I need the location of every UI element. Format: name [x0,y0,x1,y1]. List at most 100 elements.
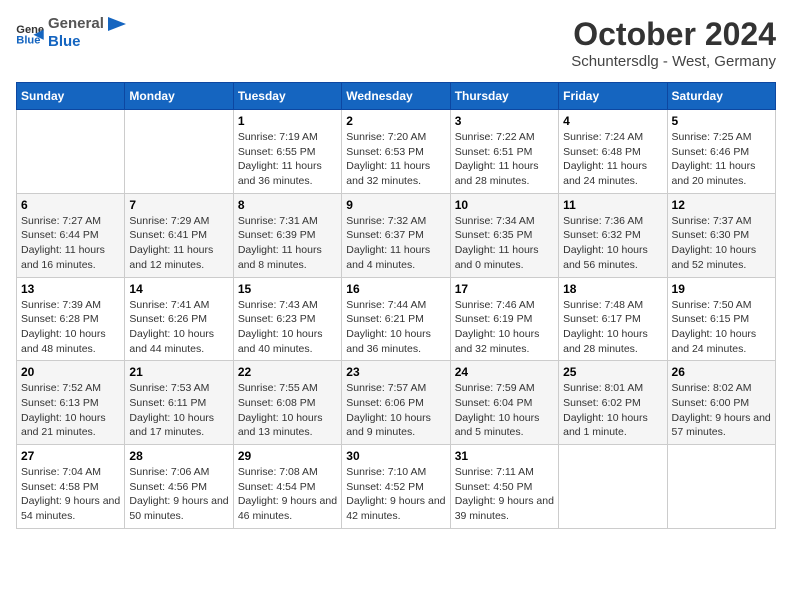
calendar-cell: 18Sunrise: 7:48 AM Sunset: 6:17 PM Dayli… [559,277,667,361]
day-number: 10 [455,198,554,212]
day-number: 7 [129,198,228,212]
column-header-monday: Monday [125,83,233,110]
calendar-cell: 29Sunrise: 7:08 AM Sunset: 4:54 PM Dayli… [233,445,341,529]
day-detail: Sunrise: 7:04 AM Sunset: 4:58 PM Dayligh… [21,465,120,524]
day-number: 1 [238,114,337,128]
day-detail: Sunrise: 7:06 AM Sunset: 4:56 PM Dayligh… [129,465,228,524]
calendar-cell: 19 Sunrise: 7:50 AM Sunset: 6:15 PM Dayli… [667,277,775,361]
calendar-cell: 7 Sunrise: 7:29 AM Sunset: 6:41 PM Daylig… [125,193,233,277]
calendar-cell: 30 Sunrise: 7:10 AM Sunset: 4:52 PM Dayli… [342,445,450,529]
day-number: 15 [238,282,337,296]
day-number: 27 [21,449,120,463]
day-number: 12 [672,198,771,212]
day-detail: Sunrise: 7:32 AM Sunset: 6:37 PM Dayligh… [346,214,445,273]
location-subtitle: Schuntersdlg - West, Germany [571,53,776,70]
calendar-cell: 25Sunrise: 8:01 AM Sunset: 6:02 PM Dayli… [559,361,667,445]
day-number: 31 [455,449,554,463]
calendar-week-row: 6 Sunrise: 7:27 AM Sunset: 6:44 PM Daylig… [17,193,776,277]
logo-triangle-icon [108,17,126,31]
calendar-cell: 23Sunrise: 7:57 AM Sunset: 6:06 PM Dayli… [342,361,450,445]
calendar-cell: 28 Sunrise: 7:06 AM Sunset: 4:56 PM Dayli… [125,445,233,529]
calendar-cell: 31 Sunrise: 7:11 AM Sunset: 4:50 PM Dayli… [450,445,558,529]
column-header-wednesday: Wednesday [342,83,450,110]
calendar-week-row: 20 Sunrise: 7:52 AM Sunset: 6:13 PM Dayli… [17,361,776,445]
day-detail: Sunrise: 7:27 AM Sunset: 6:44 PM Dayligh… [21,214,120,273]
calendar-cell [125,110,233,194]
calendar-cell: 11Sunrise: 7:36 AM Sunset: 6:32 PM Dayli… [559,193,667,277]
day-detail: Sunrise: 8:02 AM Sunset: 6:00 PM Dayligh… [672,381,771,440]
calendar-cell: 8Sunrise: 7:31 AM Sunset: 6:39 PM Daylig… [233,193,341,277]
day-detail: Sunrise: 7:11 AM Sunset: 4:50 PM Dayligh… [455,465,554,524]
day-detail: Sunrise: 7:41 AM Sunset: 6:26 PM Dayligh… [129,298,228,357]
day-detail: Sunrise: 7:10 AM Sunset: 4:52 PM Dayligh… [346,465,445,524]
day-number: 30 [346,449,445,463]
column-header-thursday: Thursday [450,83,558,110]
day-detail: Sunrise: 7:29 AM Sunset: 6:41 PM Dayligh… [129,214,228,273]
calendar-cell: 4 Sunrise: 7:24 AM Sunset: 6:48 PM Daylig… [559,110,667,194]
calendar-cell: 9 Sunrise: 7:32 AM Sunset: 6:37 PM Daylig… [342,193,450,277]
calendar-cell [667,445,775,529]
day-detail: Sunrise: 7:31 AM Sunset: 6:39 PM Dayligh… [238,214,337,273]
calendar-table: SundayMondayTuesdayWednesdayThursdayFrid… [16,82,776,529]
calendar-cell: 17 Sunrise: 7:46 AM Sunset: 6:19 PM Dayli… [450,277,558,361]
day-number: 3 [455,114,554,128]
day-detail: Sunrise: 7:36 AM Sunset: 6:32 PM Dayligh… [563,214,662,273]
day-detail: Sunrise: 7:37 AM Sunset: 6:30 PM Dayligh… [672,214,771,273]
day-number: 19 [672,282,771,296]
day-number: 4 [563,114,662,128]
day-detail: Sunrise: 7:44 AM Sunset: 6:21 PM Dayligh… [346,298,445,357]
calendar-week-row: 1Sunrise: 7:19 AM Sunset: 6:55 PM Daylig… [17,110,776,194]
day-detail: Sunrise: 7:46 AM Sunset: 6:19 PM Dayligh… [455,298,554,357]
calendar-cell: 1Sunrise: 7:19 AM Sunset: 6:55 PM Daylig… [233,110,341,194]
calendar-cell [17,110,125,194]
day-detail: Sunrise: 7:08 AM Sunset: 4:54 PM Dayligh… [238,465,337,524]
day-number: 14 [129,282,228,296]
calendar-cell: 16 Sunrise: 7:44 AM Sunset: 6:21 PM Dayli… [342,277,450,361]
calendar-cell: 14 Sunrise: 7:41 AM Sunset: 6:26 PM Dayli… [125,277,233,361]
day-detail: Sunrise: 7:50 AM Sunset: 6:15 PM Dayligh… [672,298,771,357]
day-detail: Sunrise: 7:59 AM Sunset: 6:04 PM Dayligh… [455,381,554,440]
day-number: 5 [672,114,771,128]
day-detail: Sunrise: 7:22 AM Sunset: 6:51 PM Dayligh… [455,130,554,189]
logo-icon: General Blue [16,21,44,45]
calendar-cell: 10 Sunrise: 7:34 AM Sunset: 6:35 PM Dayli… [450,193,558,277]
day-detail: Sunrise: 7:24 AM Sunset: 6:48 PM Dayligh… [563,130,662,189]
title-block: October 2024 Schuntersdlg - West, German… [571,16,776,70]
day-number: 25 [563,365,662,379]
logo-blue-text: Blue [48,33,126,50]
day-number: 24 [455,365,554,379]
day-detail: Sunrise: 7:34 AM Sunset: 6:35 PM Dayligh… [455,214,554,273]
logo-general-text: General [48,15,104,32]
calendar-cell: 24 Sunrise: 7:59 AM Sunset: 6:04 PM Dayli… [450,361,558,445]
column-header-tuesday: Tuesday [233,83,341,110]
page-header: General Blue General Blue October 2024 S… [16,16,776,70]
calendar-cell [559,445,667,529]
day-number: 22 [238,365,337,379]
month-title: October 2024 [571,16,776,53]
day-detail: Sunrise: 7:43 AM Sunset: 6:23 PM Dayligh… [238,298,337,357]
day-number: 21 [129,365,228,379]
day-detail: Sunrise: 7:20 AM Sunset: 6:53 PM Dayligh… [346,130,445,189]
day-number: 16 [346,282,445,296]
day-detail: Sunrise: 7:39 AM Sunset: 6:28 PM Dayligh… [21,298,120,357]
day-detail: Sunrise: 7:48 AM Sunset: 6:17 PM Dayligh… [563,298,662,357]
day-number: 20 [21,365,120,379]
calendar-cell: 2 Sunrise: 7:20 AM Sunset: 6:53 PM Daylig… [342,110,450,194]
svg-text:Blue: Blue [16,34,40,45]
day-number: 6 [21,198,120,212]
day-number: 17 [455,282,554,296]
calendar-cell: 21 Sunrise: 7:53 AM Sunset: 6:11 PM Dayli… [125,361,233,445]
calendar-cell: 15 Sunrise: 7:43 AM Sunset: 6:23 PM Dayli… [233,277,341,361]
column-header-sunday: Sunday [17,83,125,110]
column-header-friday: Friday [559,83,667,110]
day-number: 28 [129,449,228,463]
day-number: 9 [346,198,445,212]
day-detail: Sunrise: 7:52 AM Sunset: 6:13 PM Dayligh… [21,381,120,440]
day-detail: Sunrise: 7:55 AM Sunset: 6:08 PM Dayligh… [238,381,337,440]
day-number: 2 [346,114,445,128]
day-number: 13 [21,282,120,296]
day-number: 23 [346,365,445,379]
calendar-cell: 13 Sunrise: 7:39 AM Sunset: 6:28 PM Dayli… [17,277,125,361]
calendar-header-row: SundayMondayTuesdayWednesdayThursdayFrid… [17,83,776,110]
day-detail: Sunrise: 7:53 AM Sunset: 6:11 PM Dayligh… [129,381,228,440]
